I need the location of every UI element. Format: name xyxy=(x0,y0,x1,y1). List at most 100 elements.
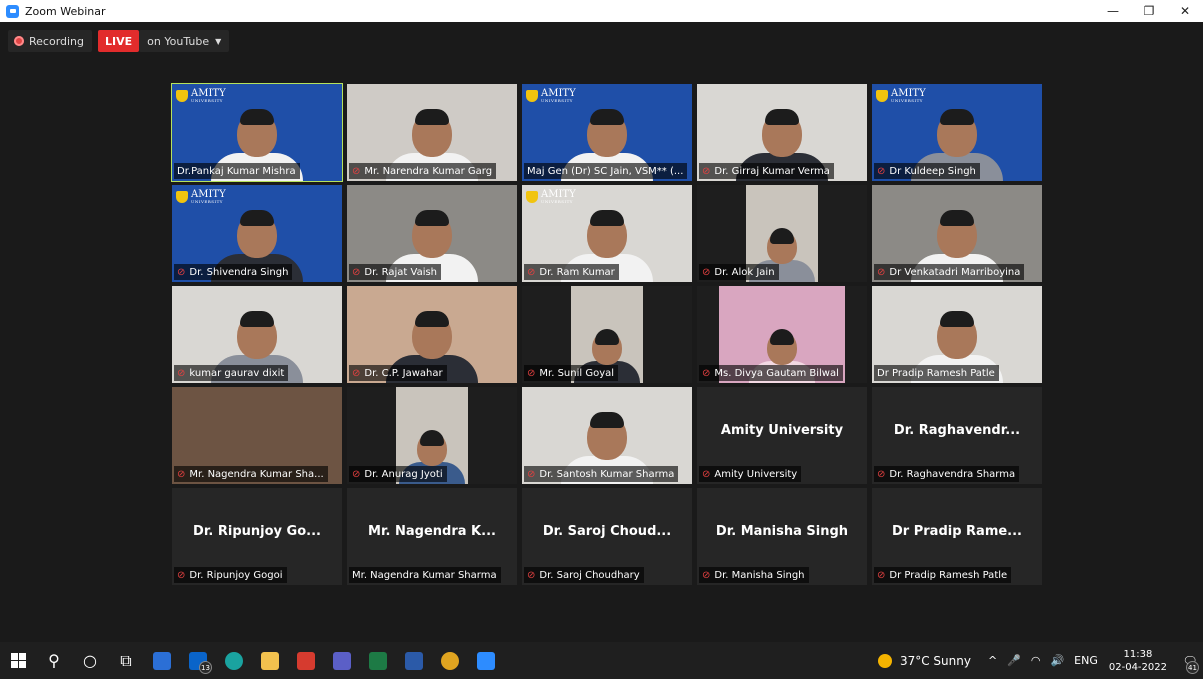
muted-mic-icon: ⊘ xyxy=(352,266,361,278)
participant-tile[interactable]: Dr. Saroj Choud... ⊘ Dr. Saroj Choudhary xyxy=(522,488,692,585)
language-indicator[interactable]: ENG xyxy=(1074,654,1098,667)
store-icon xyxy=(153,651,171,670)
participant-tile[interactable]: Dr. Manisha Singh ⊘ Dr. Manisha Singh xyxy=(697,488,867,585)
chrome-app[interactable] xyxy=(432,642,468,679)
shield-icon xyxy=(526,191,538,203)
participant-tile[interactable]: ⊘ Dr Venkatadri Marriboyina xyxy=(872,185,1042,282)
participant-tile[interactable]: Dr. Raghavendr... ⊘ Dr. Raghavendra Sharma xyxy=(872,387,1042,484)
muted-mic-icon: ⊘ xyxy=(877,468,886,480)
muted-mic-icon: ⊘ xyxy=(177,266,186,278)
participant-name-label: ⊘ Dr. Girraj Kumar Verma xyxy=(699,163,834,179)
live-badge: LIVE xyxy=(98,30,140,52)
participant-tile[interactable]: ⊘ Mr. Sunil Goyal xyxy=(522,286,692,383)
participant-tile[interactable]: AMITY UNIVERSITY ⊘ Dr. Shivendra Singh xyxy=(172,185,342,282)
participant-tile[interactable]: ⊘ Dr. Santosh Kumar Sharma xyxy=(522,387,692,484)
participant-name-label: ⊘ Dr. Alok Jain xyxy=(699,264,779,280)
participant-tile[interactable]: ⊘ kumar gaurav dixit xyxy=(172,286,342,383)
muted-mic-icon: ⊘ xyxy=(527,266,536,278)
participant-tile[interactable]: ⊘ Dr. Girraj Kumar Verma xyxy=(697,84,867,181)
chevron-up-icon[interactable]: ^ xyxy=(988,654,997,667)
wifi-icon[interactable]: ◠ xyxy=(1031,654,1041,667)
participant-tile[interactable]: ⊘ Dr. Anurag Jyoti xyxy=(347,387,517,484)
muted-mic-icon: ⊘ xyxy=(877,266,886,278)
participant-tile[interactable]: ⊘ Dr. Alok Jain xyxy=(697,185,867,282)
zoom-app[interactable] xyxy=(468,642,504,679)
participant-name: Amity University xyxy=(714,468,798,480)
explorer-app[interactable] xyxy=(252,642,288,679)
store-app[interactable] xyxy=(144,642,180,679)
head-shape xyxy=(587,210,627,258)
folder-icon xyxy=(261,651,279,670)
speaker-icon[interactable]: 🔊 xyxy=(1050,654,1064,667)
participant-tile[interactable]: ⊘ Dr. Rajat Vaish xyxy=(347,185,517,282)
participant-tile[interactable]: ⊘ Ms. Divya Gautam Bilwal xyxy=(697,286,867,383)
participant-name: Dr. C.P. Jawahar xyxy=(364,367,443,379)
shield-icon xyxy=(876,90,888,102)
participant-tile[interactable]: Mr. Nagendra K... Mr. Nagendra Kumar Shar… xyxy=(347,488,517,585)
excel-icon xyxy=(369,651,387,670)
participant-name: Dr. Ripunjoy Gogoi xyxy=(189,569,283,581)
weather-widget[interactable]: 37°C Sunny xyxy=(900,654,971,668)
participant-tile[interactable]: ⊘ Dr. C.P. Jawahar xyxy=(347,286,517,383)
participant-tile[interactable]: Dr Pradip Rame... ⊘ Dr Pradip Ramesh Patle xyxy=(872,488,1042,585)
edge-app[interactable] xyxy=(216,642,252,679)
recording-indicator[interactable]: Recording xyxy=(8,30,93,52)
participant-name: Mr. Nagendra Kumar Sha... xyxy=(189,468,324,480)
participant-name-label: ⊘ Dr. Anurag Jyoti xyxy=(349,466,447,482)
participant-tile[interactable]: ⊘ Mr. Narendra Kumar Garg xyxy=(347,84,517,181)
muted-mic-icon: ⊘ xyxy=(177,468,186,480)
participant-display-name: Amity University xyxy=(720,423,844,438)
head-shape xyxy=(412,311,452,359)
teams-icon xyxy=(333,651,351,670)
clock[interactable]: 11:38 02-04-2022 xyxy=(1109,648,1167,674)
head-shape xyxy=(412,109,452,157)
teams-app[interactable] xyxy=(324,642,360,679)
sun-icon xyxy=(877,653,892,668)
cortana-button[interactable]: ○ xyxy=(72,642,108,679)
participant-tile[interactable]: AMITY UNIVERSITY ⊘ Dr. Ram Kumar xyxy=(522,185,692,282)
task-view-icon: ⧉ xyxy=(120,650,132,670)
logo-subtext: UNIVERSITY xyxy=(891,98,923,103)
participant-display-name: Dr. Ripunjoy Go... xyxy=(193,524,321,539)
restore-button[interactable]: ❐ xyxy=(1131,0,1167,22)
minimize-button[interactable]: — xyxy=(1095,0,1131,22)
start-button[interactable] xyxy=(0,642,36,679)
logo-subtext: UNIVERSITY xyxy=(541,98,573,103)
participant-name-label: ⊘ kumar gaurav dixit xyxy=(174,365,289,381)
participant-tile[interactable]: Amity University ⊘ Amity University xyxy=(697,387,867,484)
participant-tile[interactable]: Dr. Ripunjoy Go... ⊘ Dr. Ripunjoy Gogoi xyxy=(172,488,342,585)
windows-logo-icon xyxy=(10,653,26,668)
excel-app[interactable] xyxy=(360,642,396,679)
task-view-button[interactable]: ⧉ xyxy=(108,642,144,679)
notification-count: 41 xyxy=(1186,661,1199,674)
microphone-icon[interactable]: 🎤 xyxy=(1007,654,1021,667)
participant-name-label: ⊘ Mr. Nagendra Kumar Sha... xyxy=(174,466,328,482)
recording-label: Recording xyxy=(29,34,85,48)
participant-tile[interactable]: AMITY UNIVERSITY Maj Gen (Dr) SC Jain, VSM… xyxy=(522,84,692,181)
participant-name-label: ⊘ Dr. Shivendra Singh xyxy=(174,264,293,280)
participant-name-label: ⊘ Dr Pradip Ramesh Patle xyxy=(874,567,1012,583)
participant-name: Maj Gen (Dr) SC Jain, VSM** (... xyxy=(527,165,684,177)
participant-tile[interactable]: ⊘ Mr. Nagendra Kumar Sha... xyxy=(172,387,342,484)
mail-app[interactable]: 13 xyxy=(180,642,216,679)
participant-name: Dr. Santosh Kumar Sharma xyxy=(539,468,675,480)
muted-mic-icon: ⊘ xyxy=(352,165,361,177)
participant-name: Dr. Manisha Singh xyxy=(714,569,805,581)
participant-tile[interactable]: Dr Pradip Ramesh Patle xyxy=(872,286,1042,383)
amity-logo: AMITY UNIVERSITY xyxy=(876,89,926,103)
participant-name-label: ⊘ Dr Kuldeep Singh xyxy=(874,163,980,179)
search-button[interactable]: ⚲ xyxy=(36,642,72,679)
muted-mic-icon: ⊘ xyxy=(527,367,536,379)
close-button[interactable]: ✕ xyxy=(1167,0,1203,22)
shield-icon xyxy=(176,191,188,203)
youtube-stream-dropdown[interactable]: on YouTube ▼ xyxy=(139,30,230,52)
word-app[interactable] xyxy=(396,642,432,679)
participant-tile[interactable]: AMITY UNIVERSITY Dr.Pankaj Kumar Mishra xyxy=(171,83,343,182)
participant-tile[interactable]: AMITY UNIVERSITY ⊘ Dr Kuldeep Singh xyxy=(872,84,1042,181)
participant-name: Mr. Nagendra Kumar Sharma xyxy=(352,569,497,581)
participant-name: Mr. Sunil Goyal xyxy=(539,367,615,379)
participant-display-name: Dr. Raghavendr... xyxy=(893,423,1021,438)
notification-center-button[interactable]: 🗨 41 xyxy=(1177,642,1203,679)
acrobat-app[interactable] xyxy=(288,642,324,679)
clock-time: 11:38 xyxy=(1123,648,1153,660)
